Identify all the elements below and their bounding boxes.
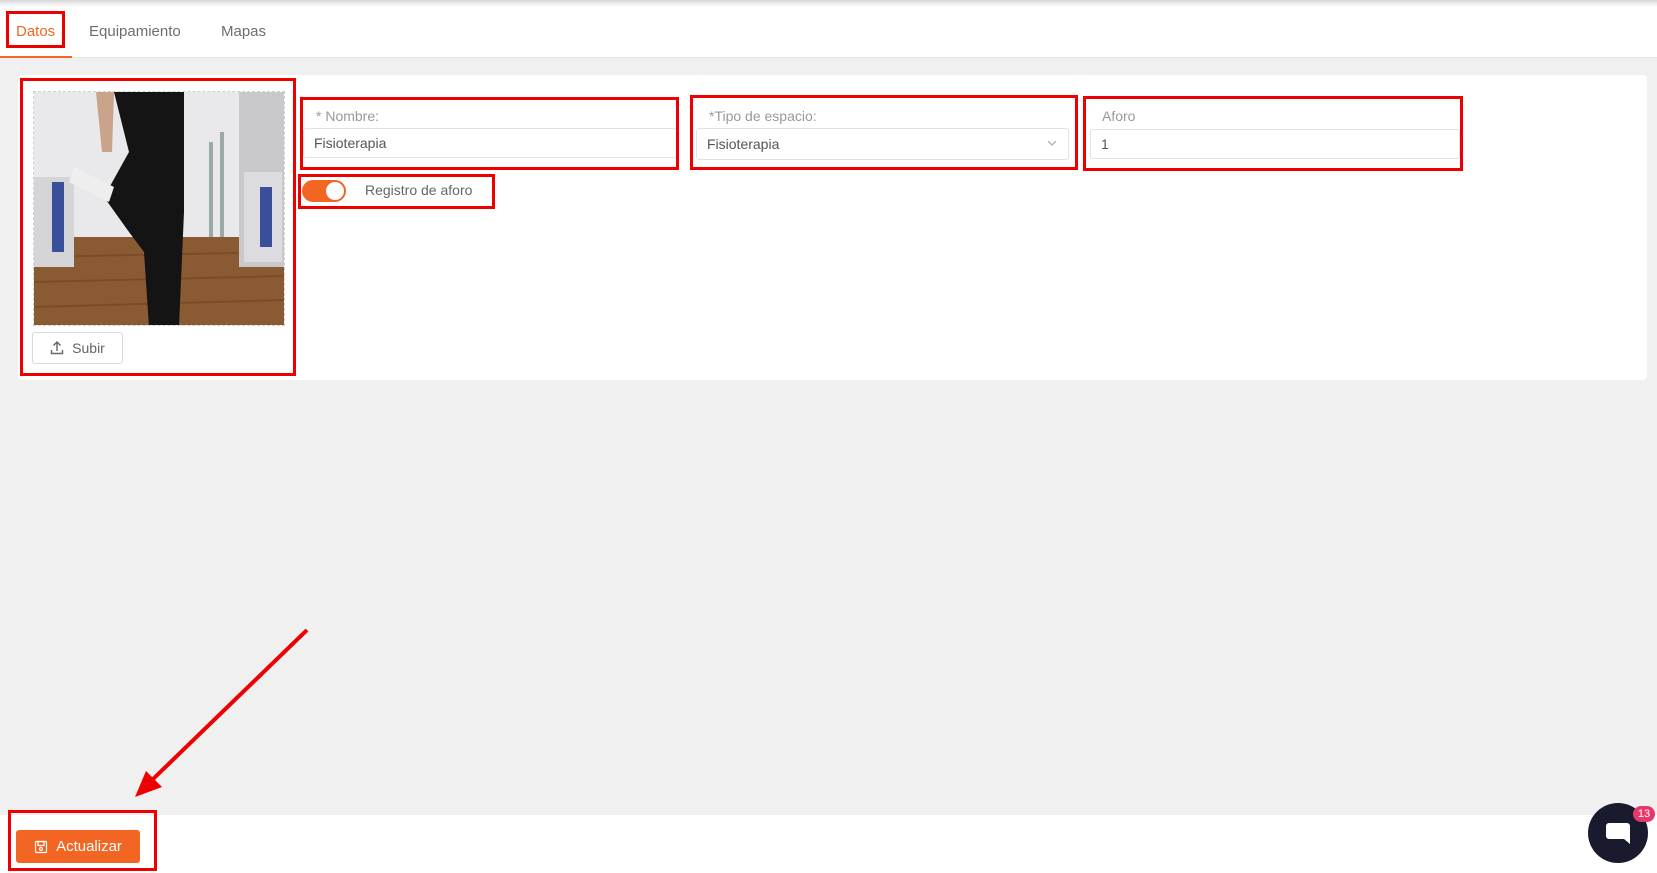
chat-icon bbox=[1606, 823, 1630, 844]
nombre-input[interactable] bbox=[303, 128, 677, 158]
tab-mapas[interactable]: Mapas bbox=[221, 23, 266, 40]
tab-datos[interactable]: Datos bbox=[16, 23, 55, 40]
tipo-espacio-value: Fisioterapia bbox=[707, 136, 780, 152]
actualizar-label: Actualizar bbox=[56, 838, 122, 855]
tipo-espacio-select[interactable]: Fisioterapia bbox=[696, 128, 1069, 160]
tipo-espacio-label: *Tipo de espacio: bbox=[709, 108, 817, 124]
chevron-down-icon bbox=[1047, 140, 1057, 146]
tab-bar: Datos Equipamiento Mapas bbox=[0, 7, 1657, 58]
registro-aforo-toggle[interactable] bbox=[302, 180, 346, 202]
save-icon bbox=[34, 840, 48, 853]
upload-label: Subir bbox=[72, 340, 105, 356]
active-tab-indicator bbox=[0, 56, 72, 58]
tab-equipamiento[interactable]: Equipamiento bbox=[89, 23, 181, 40]
aforo-input[interactable] bbox=[1090, 129, 1460, 159]
actualizar-button[interactable]: Actualizar bbox=[16, 830, 140, 863]
registro-aforo-label: Registro de aforo bbox=[365, 182, 473, 198]
top-shadow bbox=[0, 0, 1657, 7]
space-photo bbox=[33, 91, 285, 326]
chat-unread-badge: 13 bbox=[1633, 806, 1655, 822]
upload-icon bbox=[50, 341, 64, 355]
photo-image bbox=[34, 92, 284, 325]
nombre-label: * Nombre: bbox=[316, 108, 380, 124]
toggle-knob bbox=[326, 182, 344, 200]
upload-button[interactable]: Subir bbox=[32, 332, 123, 364]
aforo-label: Aforo bbox=[1102, 108, 1136, 124]
bottom-action-bar bbox=[0, 815, 1657, 873]
